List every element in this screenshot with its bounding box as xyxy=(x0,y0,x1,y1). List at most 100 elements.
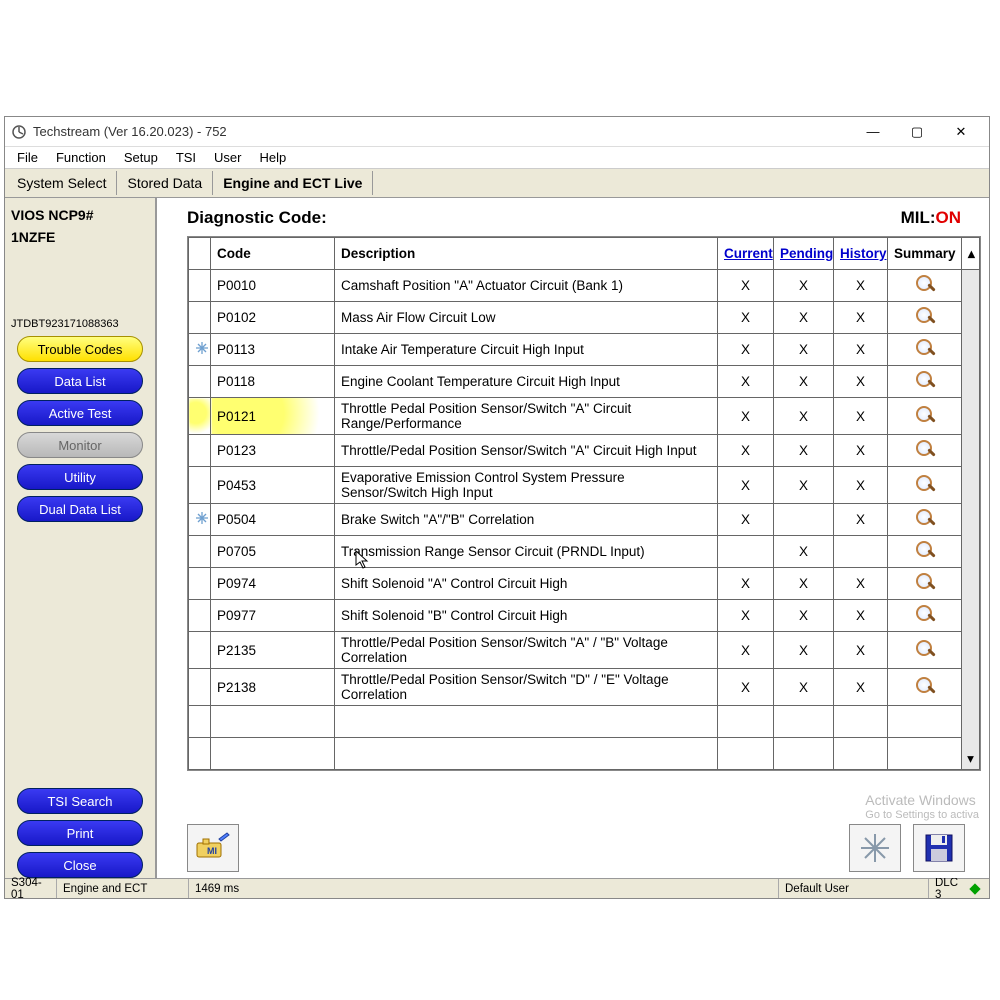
sidebar-bottom-button-close[interactable]: Close xyxy=(17,852,143,878)
table-row[interactable]: P2138Throttle/Pedal Position Sensor/Swit… xyxy=(189,669,980,706)
magnify-icon[interactable] xyxy=(914,337,936,359)
freeze-flag xyxy=(189,536,211,568)
menu-function[interactable]: Function xyxy=(48,148,114,167)
table-row[interactable]: P0504Brake Switch "A"/"B" CorrelationXX xyxy=(189,504,980,536)
th-history[interactable]: History xyxy=(834,238,888,270)
th-code[interactable]: Code xyxy=(211,238,335,270)
sidebar-button-monitor: Monitor xyxy=(17,432,143,458)
magnify-icon[interactable] xyxy=(914,638,936,660)
dtc-summary[interactable] xyxy=(888,504,962,536)
dtc-summary[interactable] xyxy=(888,366,962,398)
freeze-flag xyxy=(189,669,211,706)
dtc-summary[interactable] xyxy=(888,270,962,302)
freeze-flag xyxy=(189,632,211,669)
magnify-icon[interactable] xyxy=(914,369,936,391)
window-title: Techstream (Ver 16.20.023) - 752 xyxy=(33,124,851,139)
menu-help[interactable]: Help xyxy=(252,148,295,167)
dtc-summary[interactable] xyxy=(888,302,962,334)
dtc-current: X xyxy=(718,334,774,366)
scrollbar[interactable]: ▾ xyxy=(962,270,980,770)
dtc-pending: X xyxy=(774,366,834,398)
magnify-icon[interactable] xyxy=(914,305,936,327)
tab-engine-and-ect-live[interactable]: Engine and ECT Live xyxy=(213,171,373,195)
magnify-icon[interactable] xyxy=(914,507,936,529)
sidebar-bottom-button-print[interactable]: Print xyxy=(17,820,143,846)
dtc-summary[interactable] xyxy=(888,568,962,600)
minimize-button[interactable]: — xyxy=(851,118,895,146)
th-pending[interactable]: Pending xyxy=(774,238,834,270)
scroll-up[interactable]: ▴ xyxy=(962,238,980,270)
magnify-icon[interactable] xyxy=(914,603,936,625)
menu-tsi[interactable]: TSI xyxy=(168,148,204,167)
magnify-icon[interactable] xyxy=(914,571,936,593)
table-row[interactable]: P0453Evaporative Emission Control System… xyxy=(189,467,980,504)
menu-user[interactable]: User xyxy=(206,148,249,167)
table-row[interactable]: P0977Shift Solenoid "B" Control Circuit … xyxy=(189,600,980,632)
close-button[interactable]: ✕ xyxy=(939,118,983,146)
magnify-icon[interactable] xyxy=(914,438,936,460)
dtc-description: Throttle Pedal Position Sensor/Switch "A… xyxy=(335,398,718,435)
engine-health-button[interactable]: MI xyxy=(187,824,239,872)
table-row[interactable]: P0113Intake Air Temperature Circuit High… xyxy=(189,334,980,366)
sidebar-button-utility[interactable]: Utility xyxy=(17,464,143,490)
dtc-summary[interactable] xyxy=(888,632,962,669)
dtc-current: X xyxy=(718,302,774,334)
table-row[interactable]: P0974Shift Solenoid "A" Control Circuit … xyxy=(189,568,980,600)
tab-system-select[interactable]: System Select xyxy=(7,171,117,195)
table-row[interactable]: P0705Transmission Range Sensor Circuit (… xyxy=(189,536,980,568)
magnify-icon[interactable] xyxy=(914,539,936,561)
magnify-icon[interactable] xyxy=(914,473,936,495)
dtc-summary[interactable] xyxy=(888,334,962,366)
dtc-code: P0118 xyxy=(211,366,335,398)
dtc-description: Evaporative Emission Control System Pres… xyxy=(335,467,718,504)
menu-setup[interactable]: Setup xyxy=(116,148,166,167)
dtc-description: Transmission Range Sensor Circuit (PRNDL… xyxy=(335,536,718,568)
save-button[interactable] xyxy=(913,824,965,872)
dtc-summary[interactable] xyxy=(888,435,962,467)
th-description[interactable]: Description xyxy=(335,238,718,270)
svg-text:MI: MI xyxy=(207,846,217,856)
statusbar: S304-01 Engine and ECT 1469 ms Default U… xyxy=(5,878,989,898)
scroll-down[interactable]: ▾ xyxy=(964,751,977,767)
connection-indicator-icon xyxy=(969,883,980,894)
sidebar-bottom-button-tsi-search[interactable]: TSI Search xyxy=(17,788,143,814)
vehicle-model: VIOS NCP9# xyxy=(5,204,155,226)
sidebar-button-trouble-codes[interactable]: Trouble Codes xyxy=(17,336,143,362)
sidebar-button-dual-data-list[interactable]: Dual Data List xyxy=(17,496,143,522)
dtc-summary[interactable] xyxy=(888,600,962,632)
maximize-button[interactable]: ▢ xyxy=(895,118,939,146)
footer-toolbar: MI xyxy=(187,816,981,872)
magnify-icon[interactable] xyxy=(914,273,936,295)
th-summary[interactable]: Summary xyxy=(888,238,962,270)
dtc-pending xyxy=(774,504,834,536)
th-current[interactable]: Current xyxy=(718,238,774,270)
menu-file[interactable]: File xyxy=(9,148,46,167)
mil-value: ON xyxy=(936,208,962,227)
freeze-flag xyxy=(189,435,211,467)
engine-code: 1NZFE xyxy=(5,226,155,248)
table-row[interactable]: P0102Mass Air Flow Circuit LowXXX xyxy=(189,302,980,334)
magnify-icon[interactable] xyxy=(914,675,936,697)
dtc-code: P0102 xyxy=(211,302,335,334)
dtc-code: P0705 xyxy=(211,536,335,568)
table-row[interactable]: P2135Throttle/Pedal Position Sensor/Swit… xyxy=(189,632,980,669)
table-row[interactable]: P0118Engine Coolant Temperature Circuit … xyxy=(189,366,980,398)
dtc-current: X xyxy=(718,398,774,435)
dtc-code: P0453 xyxy=(211,467,335,504)
dtc-summary[interactable] xyxy=(888,467,962,504)
magnify-icon[interactable] xyxy=(914,404,936,426)
sidebar-button-data-list[interactable]: Data List xyxy=(17,368,143,394)
dtc-code: P0977 xyxy=(211,600,335,632)
dtc-summary[interactable] xyxy=(888,536,962,568)
dtc-pending: X xyxy=(774,334,834,366)
dtc-summary[interactable] xyxy=(888,398,962,435)
status-code: S304-01 xyxy=(5,879,57,898)
table-row[interactable]: P0121Throttle Pedal Position Sensor/Swit… xyxy=(189,398,980,435)
dtc-history: X xyxy=(834,669,888,706)
sidebar-button-active-test[interactable]: Active Test xyxy=(17,400,143,426)
dtc-summary[interactable] xyxy=(888,669,962,706)
table-row[interactable]: P0123Throttle/Pedal Position Sensor/Swit… xyxy=(189,435,980,467)
snowflake-button[interactable] xyxy=(849,824,901,872)
table-row[interactable]: P0010Camshaft Position "A" Actuator Circ… xyxy=(189,270,980,302)
tab-stored-data[interactable]: Stored Data xyxy=(117,171,213,195)
